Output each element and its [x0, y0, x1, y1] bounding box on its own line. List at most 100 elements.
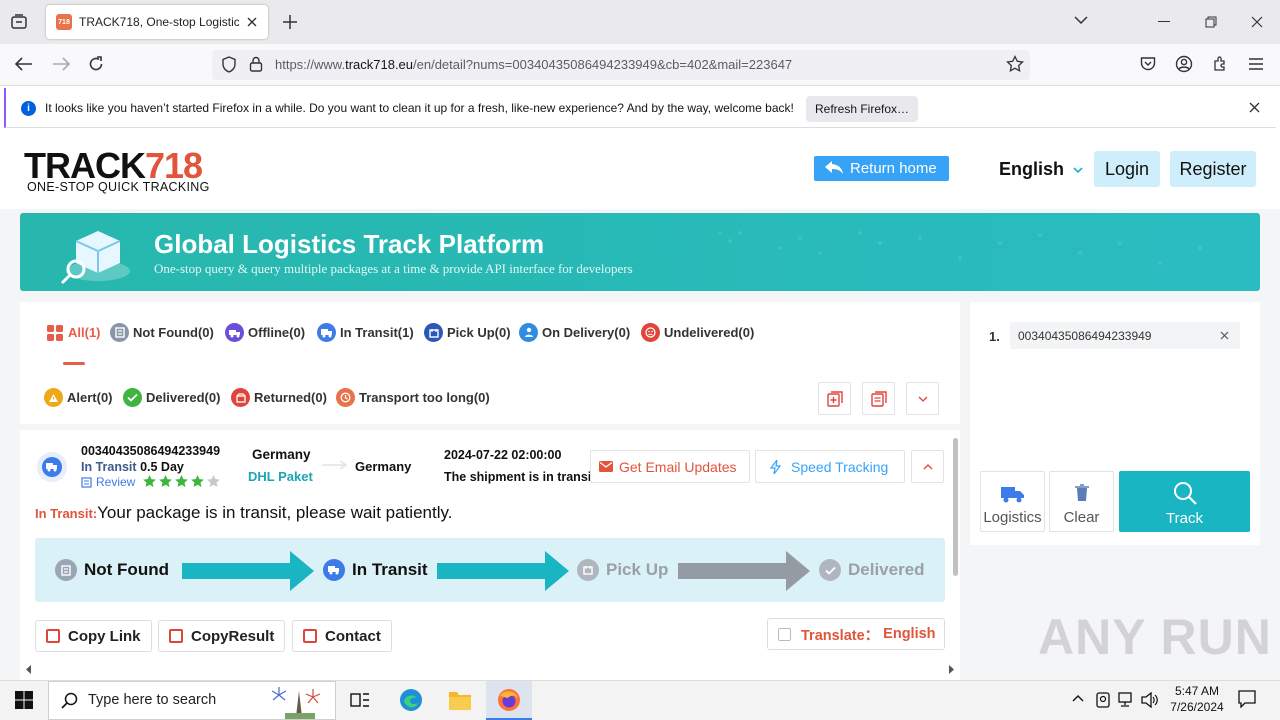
step-arrow-2 [437, 551, 569, 591]
truck-icon [317, 323, 336, 342]
url-text[interactable]: https://www.track718.eu/en/detail?nums=0… [275, 57, 792, 72]
copy-link-button[interactable]: Copy Link [35, 620, 152, 652]
forward-icon[interactable] [52, 57, 70, 71]
chevron-down-icon [918, 396, 927, 402]
track-button[interactable]: Track [1119, 471, 1250, 532]
truck-icon [46, 463, 57, 472]
star-filled-icon[interactable] [174, 474, 189, 489]
scroll-left-icon[interactable] [26, 665, 32, 674]
review-link[interactable]: Review [81, 475, 135, 489]
login-button[interactable]: Login [1094, 151, 1160, 187]
carrier-name[interactable]: DHL Paket [248, 469, 313, 484]
step-pick-up: Pick Up [577, 559, 668, 581]
star-filled-icon[interactable] [142, 474, 157, 489]
latest-event-text: The shipment is in transit [444, 470, 592, 484]
scroll-right-icon[interactable] [948, 665, 954, 674]
tracking-number[interactable]: 00340435086494233949 [81, 444, 220, 458]
tracking-number-input[interactable]: 00340435086494233949 [1010, 322, 1240, 349]
filter-offline[interactable]: Offline(0) [225, 323, 305, 342]
star-filled-icon[interactable] [158, 474, 173, 489]
language-selector[interactable]: English [999, 159, 1083, 180]
filter-delivered[interactable]: Delivered(0) [123, 388, 220, 407]
translate-checkbox[interactable] [778, 627, 791, 641]
filter-returned[interactable]: Returned(0) [231, 388, 327, 407]
step-not-found: Not Found [55, 559, 169, 581]
copy-all-button[interactable] [818, 382, 851, 415]
firefox-taskbar-button[interactable] [486, 681, 532, 720]
tracking-protection-shield-icon[interactable] [221, 56, 237, 73]
translate-toggle[interactable]: Translate： English [767, 618, 945, 650]
banner-title: Global Logistics Track Platform [154, 229, 545, 259]
minimize-icon[interactable] [1158, 21, 1170, 22]
pocket-icon[interactable] [1140, 56, 1156, 71]
return-home-label: Return home [850, 160, 937, 177]
filter-transport-too-long[interactable]: Transport too long(0) [336, 388, 490, 407]
filter-pick-up[interactable]: Pick Up(0) [424, 323, 511, 342]
restore-icon[interactable] [1205, 16, 1217, 28]
register-button[interactable]: Register [1170, 151, 1256, 187]
copy-plus-icon [826, 390, 843, 407]
copy-result-button[interactable]: CopyResult [158, 620, 286, 652]
tab-overflow-chevron-icon[interactable] [1074, 15, 1088, 25]
network-icon[interactable] [1118, 692, 1136, 708]
anyrun-watermark: ANY RUN [1038, 609, 1272, 665]
firefox-icon [498, 689, 520, 711]
star-filled-icon[interactable] [190, 474, 205, 489]
tab-list-icon[interactable] [10, 13, 28, 31]
trash-icon [1074, 484, 1089, 501]
volume-icon[interactable] [1141, 692, 1159, 708]
review-note-icon [81, 476, 92, 488]
expand-all-button[interactable] [906, 382, 939, 415]
filter-all[interactable]: All(1) [45, 323, 101, 342]
window-close-icon[interactable] [1251, 16, 1263, 28]
clock-icon [336, 388, 355, 407]
speed-tracking-button[interactable]: Speed Tracking [755, 450, 905, 483]
logistics-button[interactable]: Logistics [980, 471, 1045, 532]
notification-close-icon[interactable] [1249, 102, 1260, 113]
get-email-updates-button[interactable]: Get Email Updates [590, 450, 750, 483]
offline-icon [225, 323, 244, 342]
filter-alert[interactable]: Alert(0) [44, 388, 113, 407]
account-icon[interactable] [1175, 55, 1193, 73]
step-arrow-1 [182, 551, 314, 591]
file-explorer-icon[interactable] [448, 689, 472, 711]
step-in-transit: In Transit [323, 559, 428, 581]
reload-icon[interactable] [88, 56, 104, 72]
menu-hamburger-icon[interactable] [1249, 58, 1263, 70]
browser-tab[interactable]: 718 TRACK718, One-stop Logistics T [46, 5, 268, 39]
package-illustration-icon [56, 219, 136, 289]
clear-button[interactable]: Clear [1049, 471, 1114, 532]
filter-on-delivery[interactable]: On Delivery(0) [519, 323, 630, 342]
show-hidden-icons-chevron-icon[interactable] [1072, 694, 1084, 702]
refresh-firefox-button[interactable]: Refresh Firefox… [806, 96, 918, 122]
vertical-scrollbar[interactable] [950, 438, 960, 660]
filter-in-transit[interactable]: In Transit(1) [317, 323, 414, 342]
back-icon[interactable] [15, 57, 33, 71]
horizontal-scrollbar[interactable] [20, 661, 960, 678]
close-tab-icon[interactable] [246, 16, 258, 28]
filter-undelivered[interactable]: Undelivered(0) [641, 323, 754, 342]
step-delivered: Delivered [819, 559, 925, 581]
new-tab-icon[interactable] [282, 14, 298, 30]
filter-not-found[interactable]: Not Found(0) [110, 323, 214, 342]
copy-results-button[interactable] [862, 382, 895, 415]
return-home-button[interactable]: Return home [814, 156, 949, 181]
windows-start-icon[interactable] [15, 691, 33, 709]
notifications-icon[interactable] [1238, 690, 1256, 708]
meet-now-icon[interactable] [1095, 691, 1111, 709]
truck-icon [323, 559, 345, 581]
fireworks-widget-icon[interactable] [263, 683, 335, 719]
star-empty-icon[interactable] [206, 474, 221, 489]
task-view-icon[interactable] [350, 691, 370, 709]
bookmark-star-icon[interactable] [1006, 55, 1024, 73]
contact-button[interactable]: Contact [292, 620, 392, 652]
lightning-icon [770, 459, 781, 474]
rating-stars[interactable] [142, 474, 222, 489]
edge-browser-icon[interactable] [399, 688, 423, 712]
system-clock[interactable]: 5:47 AM 7/26/2024 [1162, 683, 1232, 715]
lock-icon[interactable] [249, 56, 263, 72]
collapse-shipment-button[interactable] [911, 450, 944, 483]
scroll-thumb[interactable] [953, 438, 958, 576]
search-icon [61, 692, 78, 709]
extensions-icon[interactable] [1212, 55, 1229, 72]
